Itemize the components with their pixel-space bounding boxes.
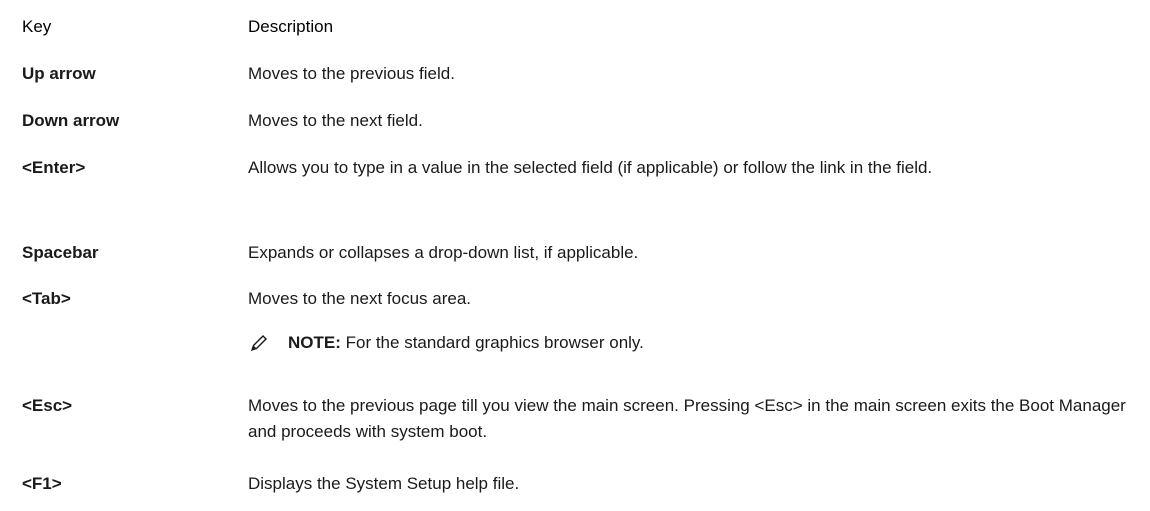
header-key: Key	[22, 17, 52, 36]
pencil-note-icon	[251, 335, 267, 351]
row-description: Expands or collapses a drop-down list, i…	[248, 243, 639, 262]
row-description: Displays the System Setup help file.	[248, 474, 520, 493]
row-key: <Tab>	[22, 289, 71, 308]
row-description: Moves to the next focus area.	[248, 289, 472, 308]
row-description: Moves to the previous field.	[248, 64, 455, 83]
row-description: Moves to the next field.	[248, 111, 423, 130]
note-text: For the standard graphics browser only.	[340, 333, 644, 352]
row-description: Moves to the previous page till you view…	[248, 396, 1126, 441]
row-key: Up arrow	[22, 64, 96, 83]
note-label: NOTE:	[288, 333, 341, 352]
row-key: Down arrow	[22, 111, 120, 130]
note-text-wrap: NOTE: For the standard graphics browser …	[288, 333, 644, 353]
row-description: Allows you to type in a value in the sel…	[248, 158, 933, 177]
note: NOTE: For the standard graphics browser …	[248, 332, 1128, 354]
row-key: <Esc>	[22, 396, 73, 415]
row-key: <Enter>	[22, 158, 86, 177]
row-key: Spacebar	[22, 243, 99, 262]
header-description: Description	[248, 17, 334, 36]
row-key: <F1>	[22, 474, 62, 493]
